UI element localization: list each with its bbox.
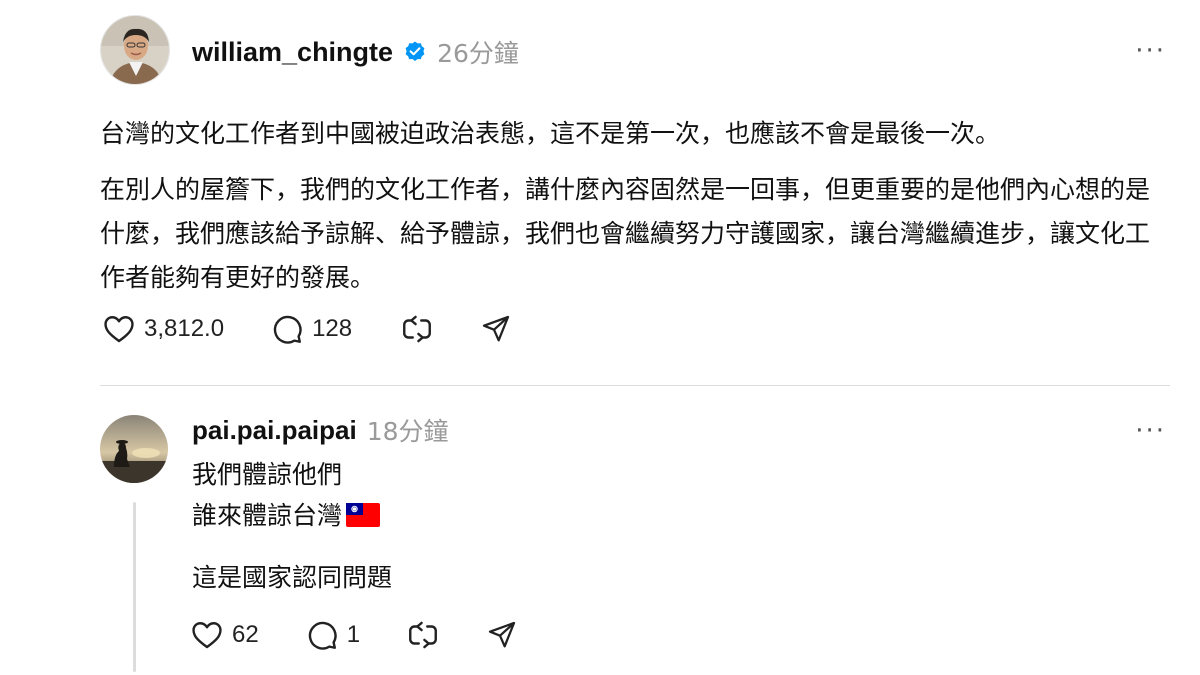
post-body: 台灣的文化工作者到中國被迫政治表態，這不是第一次，也應該不會是最後一次。 在別人… xyxy=(100,112,1170,312)
reply-author-username[interactable]: pai.pai.paipai xyxy=(192,415,357,446)
reply-spacer xyxy=(192,539,392,557)
reply-author-avatar[interactable] xyxy=(100,415,168,483)
share-icon xyxy=(480,313,512,345)
taiwan-flag-icon xyxy=(346,498,381,539)
reply-header: pai.pai.paipai 18分鐘 xyxy=(192,412,449,448)
reply-like-count: 62 xyxy=(232,621,259,648)
post-divider xyxy=(100,385,1170,386)
comment-icon xyxy=(270,312,304,346)
reply-share-button[interactable] xyxy=(486,619,518,651)
repost-icon xyxy=(406,618,440,652)
reply-body: 我們體諒他們 誰來體諒台灣 這是國家認同問題 xyxy=(192,454,392,598)
like-count: 3,812.0 xyxy=(144,315,225,342)
thread-line xyxy=(133,502,136,672)
reply-comment-count: 1 xyxy=(346,621,361,648)
reply-line: 這是國家認同問題 xyxy=(192,563,393,592)
reply-like-button[interactable]: 62 xyxy=(190,618,259,652)
post-paragraph: 在別人的屋簷下，我們的文化工作者，講什麼內容固然是一回事，但更重要的是他們內心想… xyxy=(100,175,1151,292)
post-actions: 3,812.0 128 xyxy=(102,312,512,346)
comment-count: 128 xyxy=(312,315,353,342)
post-timestamp: 26分鐘 xyxy=(437,39,519,68)
reply-line-with-flag: 誰來體諒台灣 xyxy=(192,495,392,539)
post-more-icon[interactable]: ··· xyxy=(1135,38,1166,64)
comment-icon xyxy=(305,618,339,652)
post-author-username[interactable]: william_chingte xyxy=(192,37,393,68)
heart-icon xyxy=(102,312,136,346)
verified-badge-icon xyxy=(403,40,427,64)
share-button[interactable] xyxy=(480,313,512,345)
post-author-avatar[interactable] xyxy=(100,15,170,85)
comment-button[interactable]: 128 xyxy=(270,312,352,346)
reply-line: 我們體諒他們 xyxy=(192,460,343,489)
repost-icon xyxy=(400,312,434,346)
reply-comment-button[interactable]: 1 xyxy=(305,618,360,652)
share-icon xyxy=(486,619,518,651)
post-header: william_chingte 26分鐘 xyxy=(192,32,519,72)
repost-button[interactable] xyxy=(400,312,434,346)
reply-line: 誰來體諒台灣 xyxy=(192,501,343,530)
reply-timestamp: 18分鐘 xyxy=(366,417,449,446)
reply-actions: 62 1 xyxy=(190,618,518,652)
heart-icon xyxy=(190,618,224,652)
reply-more-icon[interactable]: ··· xyxy=(1135,418,1166,444)
reply-repost-button[interactable] xyxy=(406,618,440,652)
like-button[interactable]: 3,812.0 xyxy=(102,312,224,346)
threads-page: william_chingte 26分鐘 ··· 台灣的文化工作者到中國被迫政治… xyxy=(0,0,1200,675)
post-paragraph: 台灣的文化工作者到中國被迫政治表態，這不是第一次，也應該不會是最後一次。 xyxy=(100,119,1001,148)
